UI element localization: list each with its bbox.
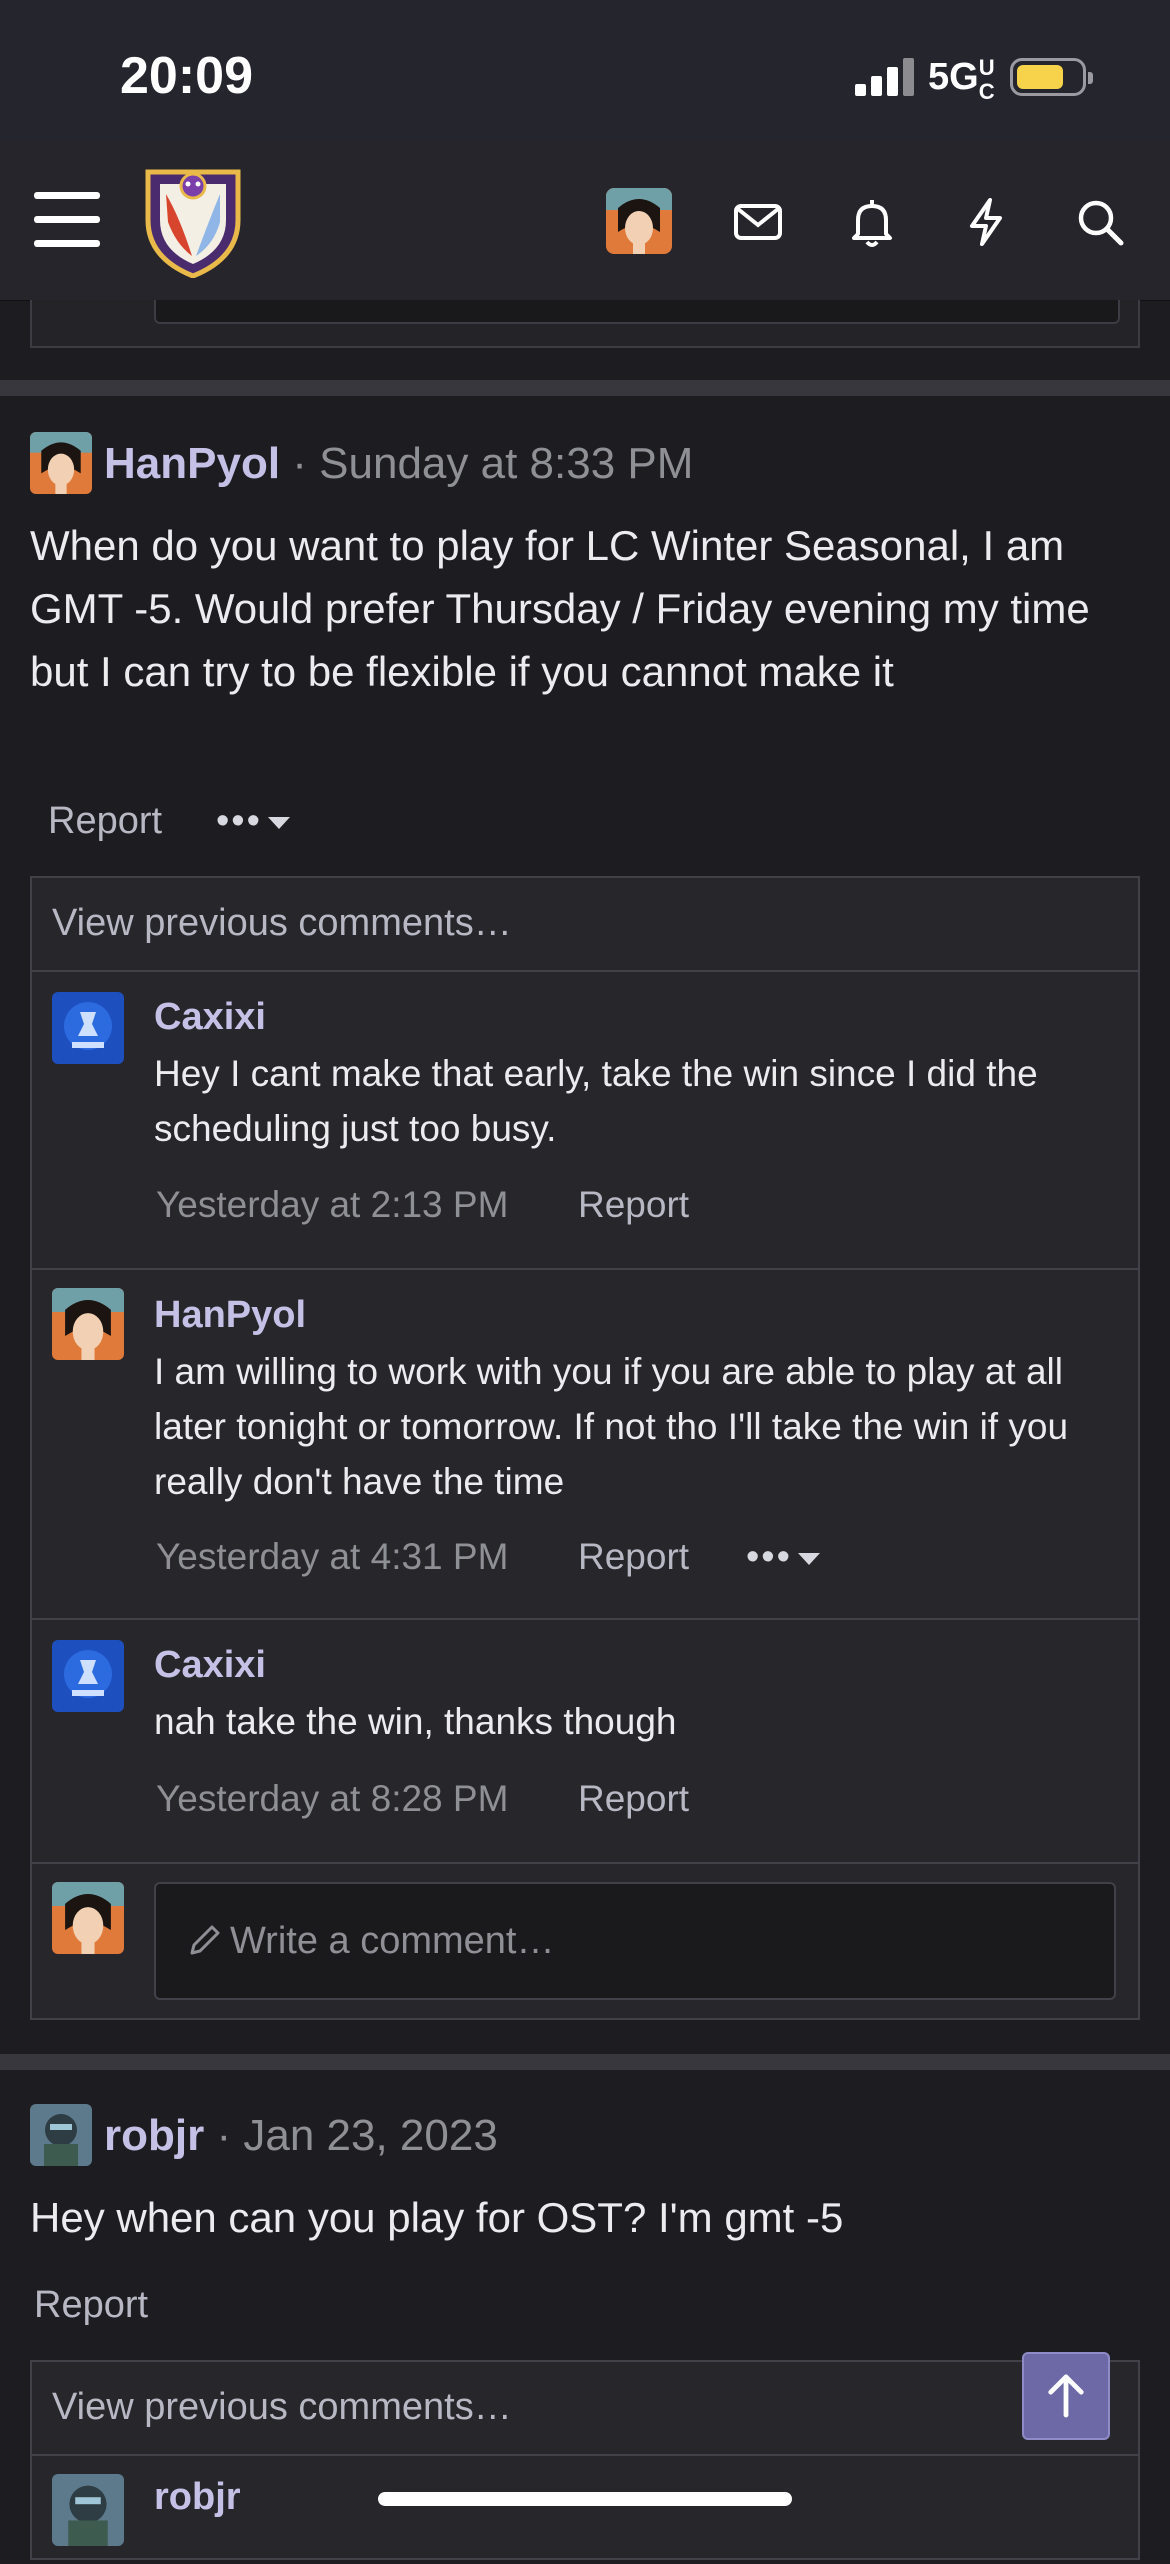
- post-separator: [0, 2054, 1170, 2070]
- battery-icon: [1010, 58, 1093, 96]
- report-link[interactable]: Report: [34, 2284, 148, 2327]
- user-avatar[interactable]: [606, 188, 672, 254]
- comment-more-menu[interactable]: •••: [746, 1536, 820, 1579]
- meta-separator: ·: [216, 2111, 232, 2160]
- site-logo[interactable]: [140, 158, 246, 279]
- comment-item: Caxixi Hey I cant make that early, take …: [32, 970, 1138, 1268]
- write-comment-input[interactable]: Write a comment…: [154, 1882, 1116, 2000]
- post-separator: [0, 380, 1170, 396]
- comment-avatar[interactable]: [52, 1288, 124, 1360]
- post-body: When do you want to play for LC Winter S…: [30, 522, 1090, 695]
- comment-text: Hey I cant make that early, take the win…: [154, 1053, 1038, 1149]
- comment-author[interactable]: Caxixi: [154, 1644, 266, 1687]
- lightning-icon[interactable]: [958, 194, 1014, 250]
- more-options-menu[interactable]: •••: [216, 800, 290, 843]
- comment-timestamp[interactable]: Yesterday at 8:28 PM: [156, 1778, 508, 1820]
- bell-icon[interactable]: [844, 194, 900, 250]
- comment-timestamp[interactable]: Yesterday at 2:13 PM: [156, 1184, 508, 1226]
- comment-text: I am willing to work with you if you are…: [154, 1351, 1069, 1502]
- comment-item: Caxixi nah take the win, thanks though Y…: [32, 1618, 1138, 1862]
- arrow-up-icon: [1048, 2374, 1084, 2418]
- comment-timestamp[interactable]: Yesterday at 4:31 PM: [156, 1536, 508, 1578]
- comment-author[interactable]: robjr: [154, 2476, 241, 2519]
- post-header: robjr · Jan 23, 2023: [104, 2106, 498, 2166]
- comment-author[interactable]: HanPyol: [154, 1294, 306, 1337]
- post-author-avatar[interactable]: [30, 432, 92, 494]
- caret-down-icon: [267, 816, 290, 829]
- view-previous-link[interactable]: View previous comments…: [52, 902, 512, 945]
- post-timestamp[interactable]: Jan 23, 2023: [243, 2111, 497, 2160]
- comment-author[interactable]: Caxixi: [154, 996, 266, 1039]
- comment-item: HanPyol I am willing to work with you if…: [32, 1268, 1138, 1618]
- menu-icon[interactable]: [34, 192, 100, 247]
- comments-section: View previous comments… Caxixi Hey I can…: [30, 876, 1140, 2020]
- comment-avatar[interactable]: [52, 992, 124, 1064]
- search-icon[interactable]: [1072, 194, 1128, 250]
- comment-text: nah take the win, thanks though: [154, 1701, 677, 1742]
- write-comment-row: Write a comment…: [32, 1862, 1138, 2018]
- comment-report-link[interactable]: Report: [578, 1536, 689, 1578]
- mail-icon[interactable]: [730, 194, 786, 250]
- caret-down-icon: [797, 1552, 820, 1565]
- comment-avatar[interactable]: [52, 1640, 124, 1712]
- post-header: HanPyol · Sunday at 8:33 PM: [104, 434, 693, 494]
- current-user-avatar: [52, 1882, 124, 1954]
- comment-item: robjr: [32, 2454, 1138, 2564]
- previous-post-tail: [30, 300, 1140, 348]
- post-author[interactable]: HanPyol: [104, 439, 280, 488]
- network-label: 5GUC: [928, 55, 995, 104]
- signal-icon: [855, 58, 915, 96]
- comment-report-link[interactable]: Report: [578, 1184, 689, 1226]
- view-previous-link[interactable]: View previous comments…: [52, 2386, 512, 2429]
- scroll-to-top-button[interactable]: [1022, 2352, 1110, 2440]
- pencil-icon: [190, 1925, 220, 1955]
- post-author-avatar[interactable]: [30, 2104, 92, 2166]
- comment-report-link[interactable]: Report: [578, 1778, 689, 1820]
- report-link[interactable]: Report: [48, 800, 162, 843]
- status-time: 20:09: [120, 47, 253, 105]
- meta-separator: ·: [292, 439, 307, 488]
- comment-avatar[interactable]: [52, 2474, 124, 2546]
- post-author[interactable]: robjr: [104, 2111, 204, 2160]
- home-indicator: [378, 2492, 792, 2506]
- post-timestamp[interactable]: Sunday at 8:33 PM: [319, 439, 693, 488]
- status-bar: 20:09 5GUC: [0, 0, 1170, 140]
- view-previous-row: View previous comments…: [32, 2362, 1138, 2454]
- post-body: Hey when can you play for OST? I'm gmt -…: [30, 2194, 844, 2241]
- view-previous-row: View previous comments…: [32, 878, 1138, 970]
- top-navbar: [0, 140, 1170, 301]
- comments-section: View previous comments… robjr: [30, 2360, 1140, 2560]
